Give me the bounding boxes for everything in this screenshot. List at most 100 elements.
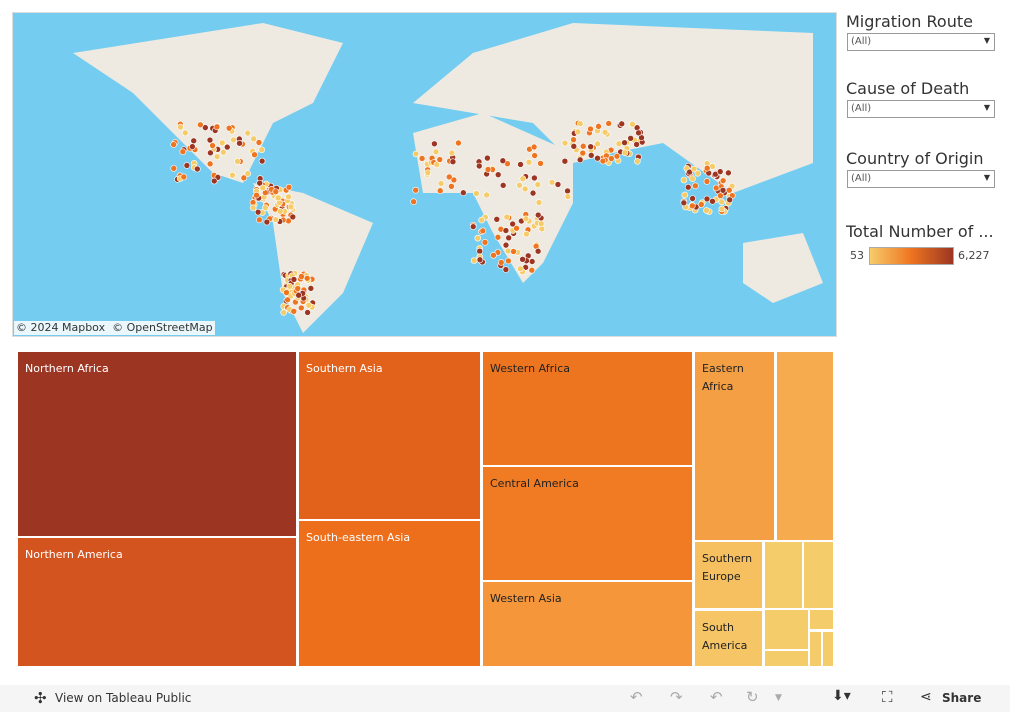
map-point[interactable] (537, 220, 545, 227)
map-point[interactable] (286, 282, 294, 290)
map-point[interactable] (234, 158, 241, 165)
map-point[interactable] (229, 171, 236, 179)
share-icon[interactable]: ⋖ (920, 689, 932, 705)
map-point[interactable] (272, 188, 280, 195)
map-point[interactable] (537, 160, 544, 167)
map-point[interactable] (297, 304, 305, 312)
map-point[interactable] (505, 257, 512, 265)
map-point[interactable] (703, 195, 711, 203)
map-point[interactable] (528, 266, 536, 274)
map-point[interactable] (287, 203, 295, 211)
map-point[interactable] (220, 148, 227, 156)
map-point[interactable] (194, 165, 201, 173)
fullscreen-icon[interactable]: ⛶ (882, 688, 893, 706)
map-point[interactable] (503, 213, 511, 221)
map-point[interactable] (613, 152, 621, 160)
map-point[interactable] (516, 181, 523, 189)
map-point[interactable] (483, 191, 490, 199)
map-point[interactable] (262, 204, 269, 211)
map-point[interactable] (303, 274, 311, 282)
map-point[interactable] (418, 155, 426, 162)
map-point[interactable] (725, 186, 733, 194)
map-point[interactable] (535, 199, 543, 206)
map-point[interactable] (502, 227, 510, 234)
map-point[interactable] (618, 120, 626, 128)
map-point[interactable] (577, 120, 584, 127)
map-point[interactable] (410, 198, 417, 206)
download-icon[interactable]: ⬇▾ (832, 688, 851, 704)
map-point[interactable] (263, 218, 271, 226)
map-point[interactable] (290, 308, 298, 315)
map-point[interactable] (689, 195, 696, 202)
treemap-tile[interactable] (809, 609, 834, 630)
treemap-tile[interactable] (764, 650, 809, 667)
map-point[interactable] (412, 150, 420, 158)
map-point[interactable] (285, 183, 293, 191)
map-point[interactable] (525, 158, 533, 166)
map-point[interactable] (633, 141, 640, 148)
map-point[interactable] (502, 266, 510, 273)
map-point[interactable] (621, 139, 628, 146)
map[interactable]: © 2024 Mapbox © OpenStreetMap (12, 12, 837, 337)
map-point[interactable] (253, 191, 260, 199)
map-point[interactable] (634, 158, 641, 165)
map-point[interactable] (259, 184, 267, 192)
redo-icon[interactable]: ↷ (670, 688, 683, 706)
map-point[interactable] (716, 168, 724, 175)
map-point[interactable] (493, 215, 501, 223)
map-point[interactable] (502, 241, 510, 249)
map-point[interactable] (218, 139, 226, 147)
map-point[interactable] (445, 173, 453, 181)
map-point[interactable] (531, 152, 538, 159)
map-point[interactable] (280, 309, 287, 316)
treemap-tile[interactable]: Western Asia (482, 581, 693, 667)
map-point[interactable] (210, 177, 218, 185)
map-point[interactable] (681, 191, 689, 199)
map-point[interactable] (256, 216, 263, 224)
map-point[interactable] (183, 162, 191, 169)
map-point[interactable] (615, 140, 623, 147)
map-point[interactable] (274, 194, 282, 202)
map-point[interactable] (522, 215, 530, 223)
map-point[interactable] (709, 198, 716, 205)
map-point[interactable] (179, 148, 187, 155)
map-point[interactable] (307, 285, 315, 292)
map-point[interactable] (180, 173, 188, 181)
map-point[interactable] (436, 187, 444, 195)
map-point[interactable] (561, 157, 569, 165)
map-point[interactable] (240, 174, 248, 182)
map-point[interactable] (213, 153, 221, 160)
map-point[interactable] (513, 224, 520, 232)
map-point[interactable] (284, 296, 291, 304)
map-point[interactable] (528, 258, 536, 265)
map-point[interactable] (719, 186, 727, 194)
map-point[interactable] (170, 165, 178, 172)
map-point[interactable] (529, 189, 537, 197)
map-point[interactable] (689, 175, 696, 182)
share-button[interactable]: Share (942, 691, 981, 705)
map-point[interactable] (718, 205, 726, 213)
map-point[interactable] (719, 177, 727, 184)
map-point[interactable] (703, 178, 711, 185)
refresh-icon[interactable]: ↻ (746, 688, 759, 706)
map-point[interactable] (478, 216, 485, 224)
map-point[interactable] (177, 123, 184, 131)
map-point[interactable] (295, 291, 302, 299)
map-point[interactable] (424, 169, 432, 176)
map-point[interactable] (627, 134, 634, 142)
map-point[interactable] (206, 136, 214, 144)
map-point[interactable] (698, 201, 705, 208)
map-point[interactable] (207, 149, 214, 157)
map-point[interactable] (481, 239, 489, 246)
map-point[interactable] (587, 125, 594, 133)
treemap-tile[interactable]: Northern America (17, 537, 297, 667)
map-point[interactable] (531, 174, 538, 182)
map-point[interactable] (703, 164, 711, 172)
map-point[interactable] (534, 181, 542, 188)
treemap-tile[interactable]: Central America (482, 466, 693, 581)
map-point[interactable] (690, 165, 698, 173)
map-point[interactable] (689, 202, 696, 210)
map-point[interactable] (519, 256, 526, 263)
treemap-tile[interactable]: South-eastern Asia (298, 520, 481, 667)
treemap-tile[interactable] (822, 631, 834, 667)
